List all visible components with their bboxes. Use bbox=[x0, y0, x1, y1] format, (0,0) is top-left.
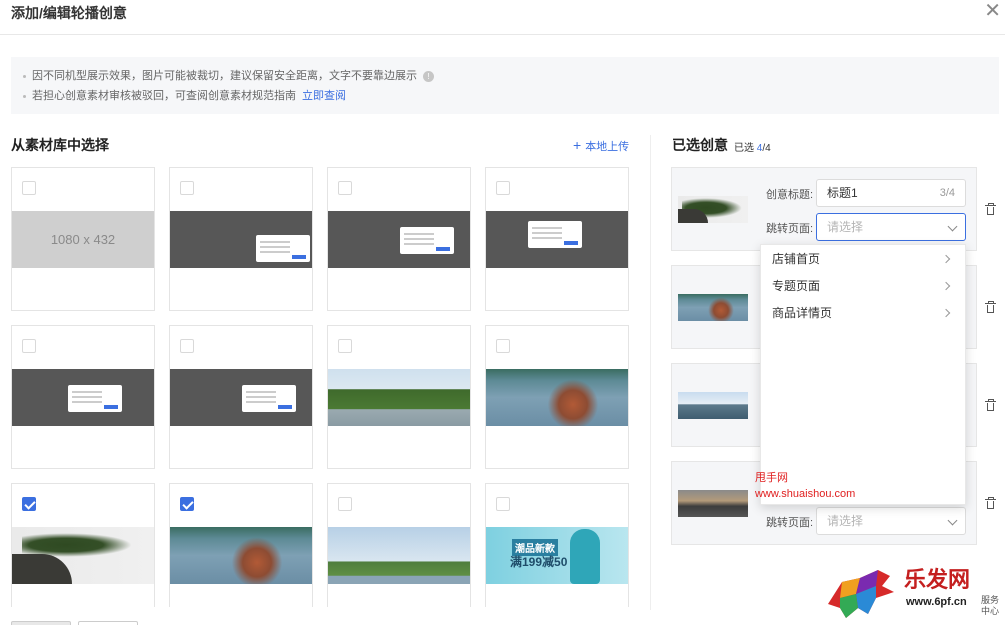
footer-button[interactable] bbox=[11, 621, 71, 625]
lake-tree-thumbnail bbox=[170, 527, 312, 584]
tip-line-1: 因不同机型展示效果，图片可能被裁切，建议保留安全距离，文字不要靠边展示! bbox=[23, 66, 987, 86]
delete-icon[interactable] bbox=[985, 399, 996, 412]
selected-title: 已选创意 bbox=[672, 137, 728, 153]
logo-url: www.6pf.cn bbox=[906, 596, 967, 608]
chevron-right-icon bbox=[941, 308, 951, 318]
footer-button[interactable] bbox=[78, 621, 138, 625]
chevron-right-icon bbox=[941, 254, 951, 264]
guide-link[interactable]: 立即查阅 bbox=[302, 90, 346, 102]
bullet-icon bbox=[23, 74, 26, 78]
delete-icon[interactable] bbox=[985, 497, 996, 510]
title-counter: 3/4 bbox=[939, 187, 955, 199]
link-label: 跳转页面: bbox=[766, 517, 814, 529]
close-icon[interactable]: ✕ bbox=[984, 1, 1001, 21]
watermark-logo: 乐发网 www.6pf.cn 服务 中心 bbox=[820, 560, 1005, 625]
dropdown-option[interactable]: 商品详情页 bbox=[761, 300, 965, 327]
material-card[interactable] bbox=[11, 483, 155, 607]
local-upload-button[interactable]: + 本地上传 bbox=[573, 137, 629, 154]
plus-icon: + bbox=[573, 137, 582, 153]
creative-form: 创意标题: 标题1 3/4 跳转页面: 请选择 bbox=[756, 168, 976, 250]
checkbox[interactable] bbox=[496, 497, 510, 511]
checkbox[interactable] bbox=[338, 181, 352, 195]
dropdown-option[interactable]: 店铺首页 bbox=[761, 246, 965, 273]
checkbox[interactable] bbox=[22, 181, 36, 195]
material-card[interactable] bbox=[169, 483, 313, 607]
info-icon[interactable]: ! bbox=[423, 70, 434, 82]
promo-thumbnail: 潮品新款 满199减50 bbox=[486, 527, 628, 584]
checkbox[interactable] bbox=[22, 339, 36, 353]
pine-thumbnail bbox=[12, 527, 154, 584]
material-grid: 1080 x 432 潮品新款 满199减50 bbox=[11, 167, 631, 607]
watermark-name: 甩手网 bbox=[755, 472, 788, 484]
delete-icon[interactable] bbox=[985, 301, 996, 314]
chevron-right-icon bbox=[941, 281, 951, 291]
material-card[interactable]: 潮品新款 满199减50 bbox=[485, 483, 629, 607]
library-title: 从素材库中选择 bbox=[11, 137, 109, 153]
link-dropdown: 店铺首页 专题页面 商品详情页 bbox=[760, 244, 966, 505]
selected-thumbnail bbox=[678, 196, 748, 223]
screenshot-thumbnail bbox=[12, 369, 154, 426]
horse-logo-icon bbox=[828, 570, 894, 618]
service-center: 服务 中心 bbox=[980, 595, 999, 616]
dialog-header: 添加/编辑轮播创意 ✕ bbox=[0, 0, 1005, 35]
placeholder-thumbnail: 1080 x 432 bbox=[12, 211, 154, 268]
checkbox-checked[interactable] bbox=[22, 497, 36, 511]
tips-panel: 因不同机型展示效果，图片可能被裁切，建议保留安全距离，文字不要靠边展示! 若担心… bbox=[11, 57, 999, 114]
dialog-title: 添加/编辑轮播创意 bbox=[11, 5, 127, 21]
material-card[interactable] bbox=[11, 325, 155, 469]
delete-icon[interactable] bbox=[985, 203, 996, 216]
dropdown-option[interactable]: 专题页面 bbox=[761, 273, 965, 300]
checkbox[interactable] bbox=[496, 339, 510, 353]
selected-thumbnail bbox=[678, 490, 748, 517]
material-card[interactable]: 1080 x 432 bbox=[11, 167, 155, 311]
upload-label: 本地上传 bbox=[585, 141, 630, 153]
divider bbox=[650, 135, 651, 610]
material-card[interactable] bbox=[169, 325, 313, 469]
checkbox[interactable] bbox=[338, 497, 352, 511]
landscape-thumbnail bbox=[328, 369, 470, 426]
material-card[interactable] bbox=[485, 325, 629, 469]
watermark-url: www.shuaishou.com bbox=[755, 488, 856, 500]
chevron-down-icon bbox=[947, 221, 958, 232]
promo-text: 满199减50 bbox=[510, 555, 568, 569]
chevron-down-icon bbox=[947, 515, 958, 526]
material-card[interactable] bbox=[485, 167, 629, 311]
material-card[interactable] bbox=[327, 325, 471, 469]
selected-thumbnail bbox=[678, 392, 748, 419]
title-input[interactable]: 标题1 3/4 bbox=[816, 179, 966, 207]
material-card[interactable] bbox=[169, 167, 313, 311]
tip-text-1: 因不同机型展示效果，图片可能被裁切，建议保留安全距离，文字不要靠边展示 bbox=[32, 70, 417, 82]
link-label: 跳转页面: bbox=[766, 223, 814, 235]
selected-item: 创意标题: 标题1 3/4 跳转页面: 请选择 bbox=[671, 167, 977, 251]
screenshot-thumbnail bbox=[486, 211, 628, 268]
link-select[interactable]: 请选择 bbox=[816, 507, 966, 535]
tip-line-2: 若担心创意素材审核被驳回，可查阅创意素材规范指南 立即查阅 bbox=[23, 86, 987, 106]
material-card[interactable] bbox=[327, 483, 471, 607]
title-label: 创意标题: bbox=[766, 189, 814, 201]
sky-thumbnail bbox=[328, 527, 470, 584]
lake-tree-thumbnail bbox=[486, 369, 628, 426]
checkbox-checked[interactable] bbox=[180, 497, 194, 511]
screenshot-thumbnail bbox=[328, 211, 470, 268]
bullet-icon bbox=[23, 94, 26, 98]
selected-thumbnail bbox=[678, 294, 748, 321]
material-card[interactable] bbox=[327, 167, 471, 311]
tip-text-2: 若担心创意素材审核被驳回，可查阅创意素材规范指南 bbox=[32, 90, 296, 102]
link-select[interactable]: 请选择 bbox=[816, 213, 966, 241]
selected-count: 已选 4/4 bbox=[734, 143, 771, 154]
checkbox[interactable] bbox=[180, 181, 194, 195]
checkbox[interactable] bbox=[338, 339, 352, 353]
checkbox[interactable] bbox=[496, 181, 510, 195]
logo-text: 乐发网 bbox=[904, 567, 971, 593]
checkbox[interactable] bbox=[180, 339, 194, 353]
screenshot-thumbnail bbox=[170, 369, 312, 426]
screenshot-thumbnail bbox=[170, 211, 312, 268]
